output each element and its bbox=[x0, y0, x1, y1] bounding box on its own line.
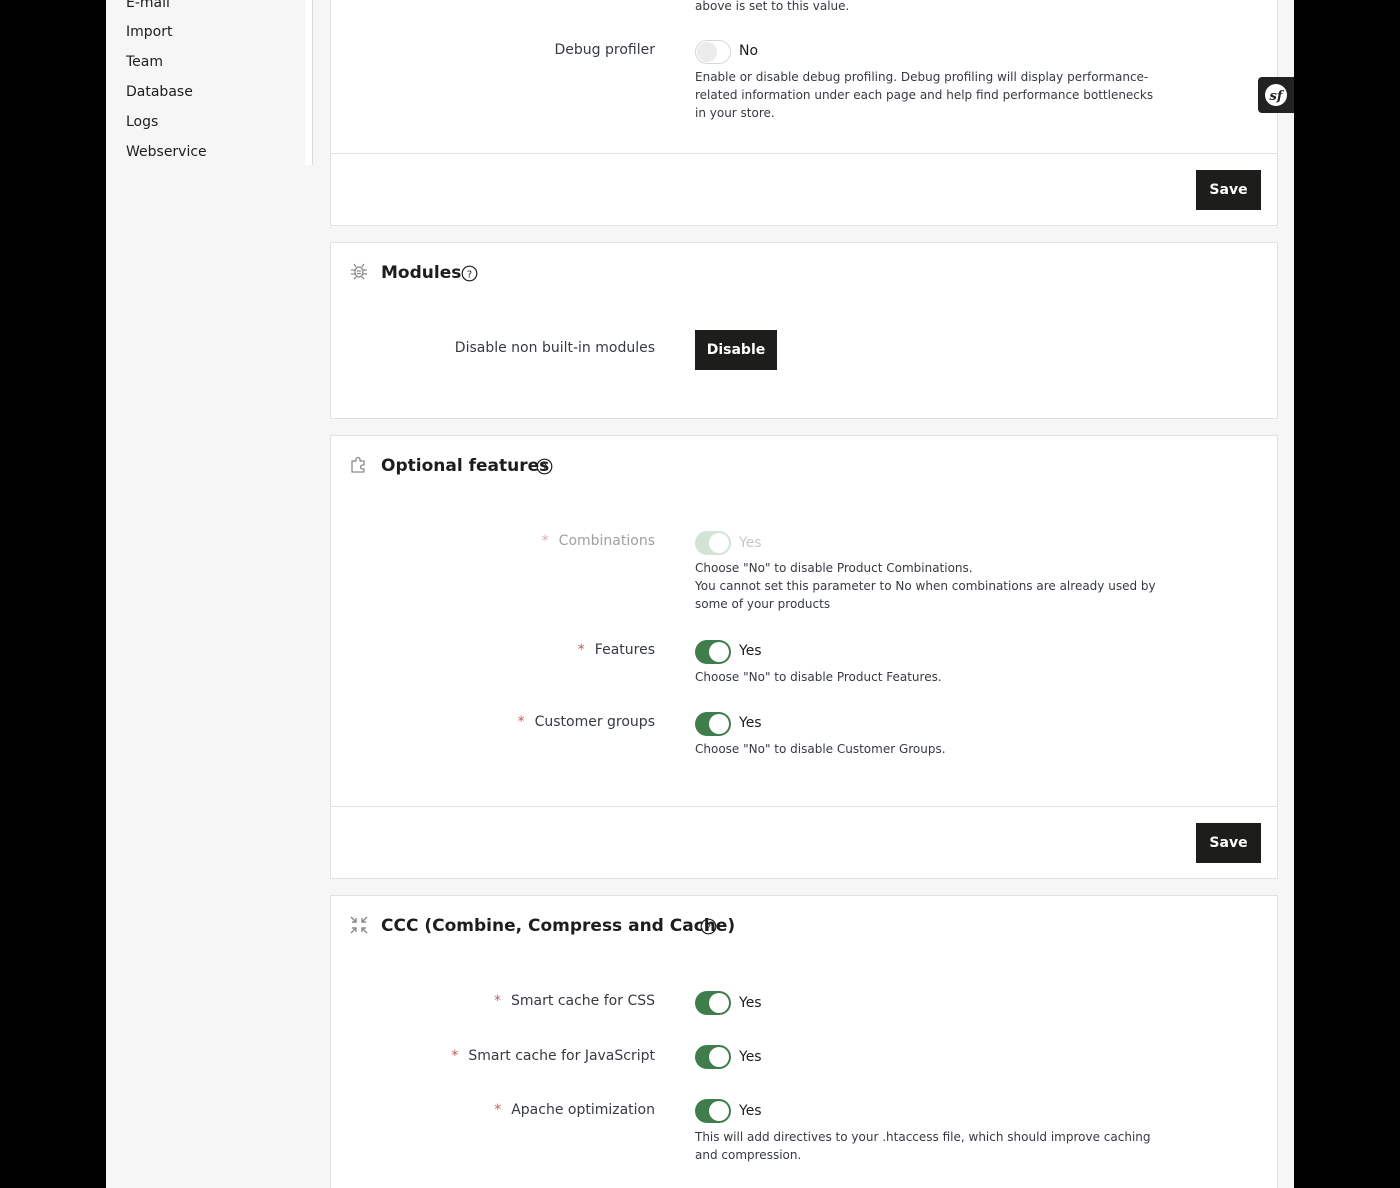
optional-features-title: Optional features bbox=[381, 456, 550, 476]
apache-optimization-value: Yes bbox=[739, 1103, 762, 1119]
debug-profiler-help: Enable or disable debug profiling. Debug… bbox=[695, 70, 1154, 120]
customer-groups-help: Choose "No" to disable Customer Groups. bbox=[695, 742, 946, 756]
debug-card-footer: Save bbox=[331, 153, 1277, 226]
bug-icon bbox=[351, 263, 367, 280]
customer-groups-value: Yes bbox=[739, 715, 762, 731]
combinations-help-1: Choose "No" to disable Product Combinati… bbox=[695, 561, 973, 575]
features-switch[interactable] bbox=[695, 640, 731, 664]
sidebar-item-import[interactable]: Import bbox=[126, 24, 172, 40]
apache-optimization-label-text: Apache optimization bbox=[511, 1102, 655, 1118]
combinations-label: * Combinations bbox=[542, 533, 655, 549]
required-marker: * bbox=[494, 1102, 502, 1118]
app-container: E-mail Import Team Database Logs Webserv… bbox=[106, 0, 1294, 1188]
features-label: * Features bbox=[578, 642, 655, 658]
css-cache-label-text: Smart cache for CSS bbox=[511, 993, 655, 1009]
required-marker: * bbox=[451, 1048, 459, 1064]
features-label-text: Features bbox=[594, 642, 655, 658]
combinations-label-text: Combinations bbox=[558, 533, 655, 549]
required-marker: * bbox=[541, 533, 549, 549]
apache-optimization-switch[interactable] bbox=[695, 1099, 731, 1123]
required-marker: * bbox=[494, 993, 502, 1009]
compress-icon bbox=[350, 916, 368, 934]
debug-profiler-switch[interactable] bbox=[695, 40, 731, 64]
sidebar-divider bbox=[305, 0, 313, 165]
switch-knob bbox=[709, 714, 729, 734]
css-cache-value: Yes bbox=[739, 995, 762, 1011]
debug-card: above is set to this value. Debug profil… bbox=[330, 0, 1278, 226]
css-cache-switch[interactable] bbox=[695, 991, 731, 1015]
js-cache-label: * Smart cache for JavaScript bbox=[451, 1048, 655, 1064]
js-cache-label-text: Smart cache for JavaScript bbox=[468, 1048, 655, 1064]
puzzle-icon bbox=[351, 456, 365, 473]
modules-card: Modules ? Disable non built-in modules D… bbox=[330, 242, 1278, 419]
optional-features-footer: Save bbox=[331, 806, 1277, 879]
optional-features-card: Optional features ? * Combinations Yes Ch… bbox=[330, 435, 1278, 879]
debug-profiler-value: No bbox=[739, 43, 759, 59]
apache-optimization-label: * Apache optimization bbox=[494, 1102, 655, 1118]
disable-modules-button[interactable]: Disable bbox=[695, 330, 777, 370]
debug-save-button[interactable]: Save bbox=[1196, 170, 1261, 210]
switch-knob bbox=[709, 993, 729, 1013]
modules-title: Modules bbox=[381, 263, 462, 283]
svg-text:?: ? bbox=[467, 269, 472, 280]
js-cache-switch[interactable] bbox=[695, 1045, 731, 1069]
ccc-help-icon[interactable]: ? bbox=[700, 918, 717, 935]
sidebar: E-mail Import Team Database Logs Webserv… bbox=[106, 0, 306, 165]
customer-groups-label: * Customer groups bbox=[518, 714, 655, 730]
optional-features-help-icon[interactable]: ? bbox=[536, 458, 553, 475]
switch-knob bbox=[709, 1047, 729, 1067]
sidebar-item-database[interactable]: Database bbox=[126, 84, 193, 100]
modules-help-icon[interactable]: ? bbox=[461, 265, 478, 282]
switch-knob bbox=[709, 642, 729, 662]
required-marker: * bbox=[517, 714, 525, 730]
css-cache-label: * Smart cache for CSS bbox=[494, 993, 655, 1009]
features-help: Choose "No" to disable Product Features. bbox=[695, 670, 942, 684]
switch-knob bbox=[709, 1101, 729, 1121]
debug-top-help: above is set to this value. bbox=[695, 0, 850, 13]
customer-groups-switch[interactable] bbox=[695, 712, 731, 736]
combinations-value: Yes bbox=[739, 535, 762, 551]
disable-modules-label: Disable non built-in modules bbox=[454, 340, 655, 356]
sidebar-item-email[interactable]: E-mail bbox=[126, 0, 170, 11]
optional-features-save-button[interactable]: Save bbox=[1196, 823, 1261, 863]
svg-text:?: ? bbox=[542, 462, 547, 473]
js-cache-value: Yes bbox=[739, 1049, 762, 1065]
sidebar-item-webservice[interactable]: Webservice bbox=[126, 144, 207, 160]
svg-text:?: ? bbox=[706, 922, 711, 933]
symfony-toolbar-toggle[interactable]: sf bbox=[1258, 77, 1294, 113]
symfony-icon: sf bbox=[1265, 84, 1287, 106]
ccc-card: CCC (Combine, Compress and Cache) ? * Sma… bbox=[330, 895, 1278, 1188]
sidebar-item-logs[interactable]: Logs bbox=[126, 114, 158, 130]
switch-knob bbox=[709, 533, 729, 553]
apache-optimization-help: This will add directives to your .htacce… bbox=[695, 1130, 1151, 1162]
combinations-switch bbox=[695, 531, 731, 555]
switch-knob bbox=[697, 42, 717, 62]
ccc-title: CCC (Combine, Compress and Cache) bbox=[381, 916, 736, 936]
debug-profiler-label: Debug profiler bbox=[554, 42, 655, 58]
required-marker: * bbox=[577, 642, 585, 658]
sidebar-item-team[interactable]: Team bbox=[126, 54, 163, 70]
combinations-help-2: You cannot set this parameter to No when… bbox=[695, 579, 1156, 611]
customer-groups-label-text: Customer groups bbox=[534, 714, 655, 730]
features-value: Yes bbox=[739, 643, 762, 659]
